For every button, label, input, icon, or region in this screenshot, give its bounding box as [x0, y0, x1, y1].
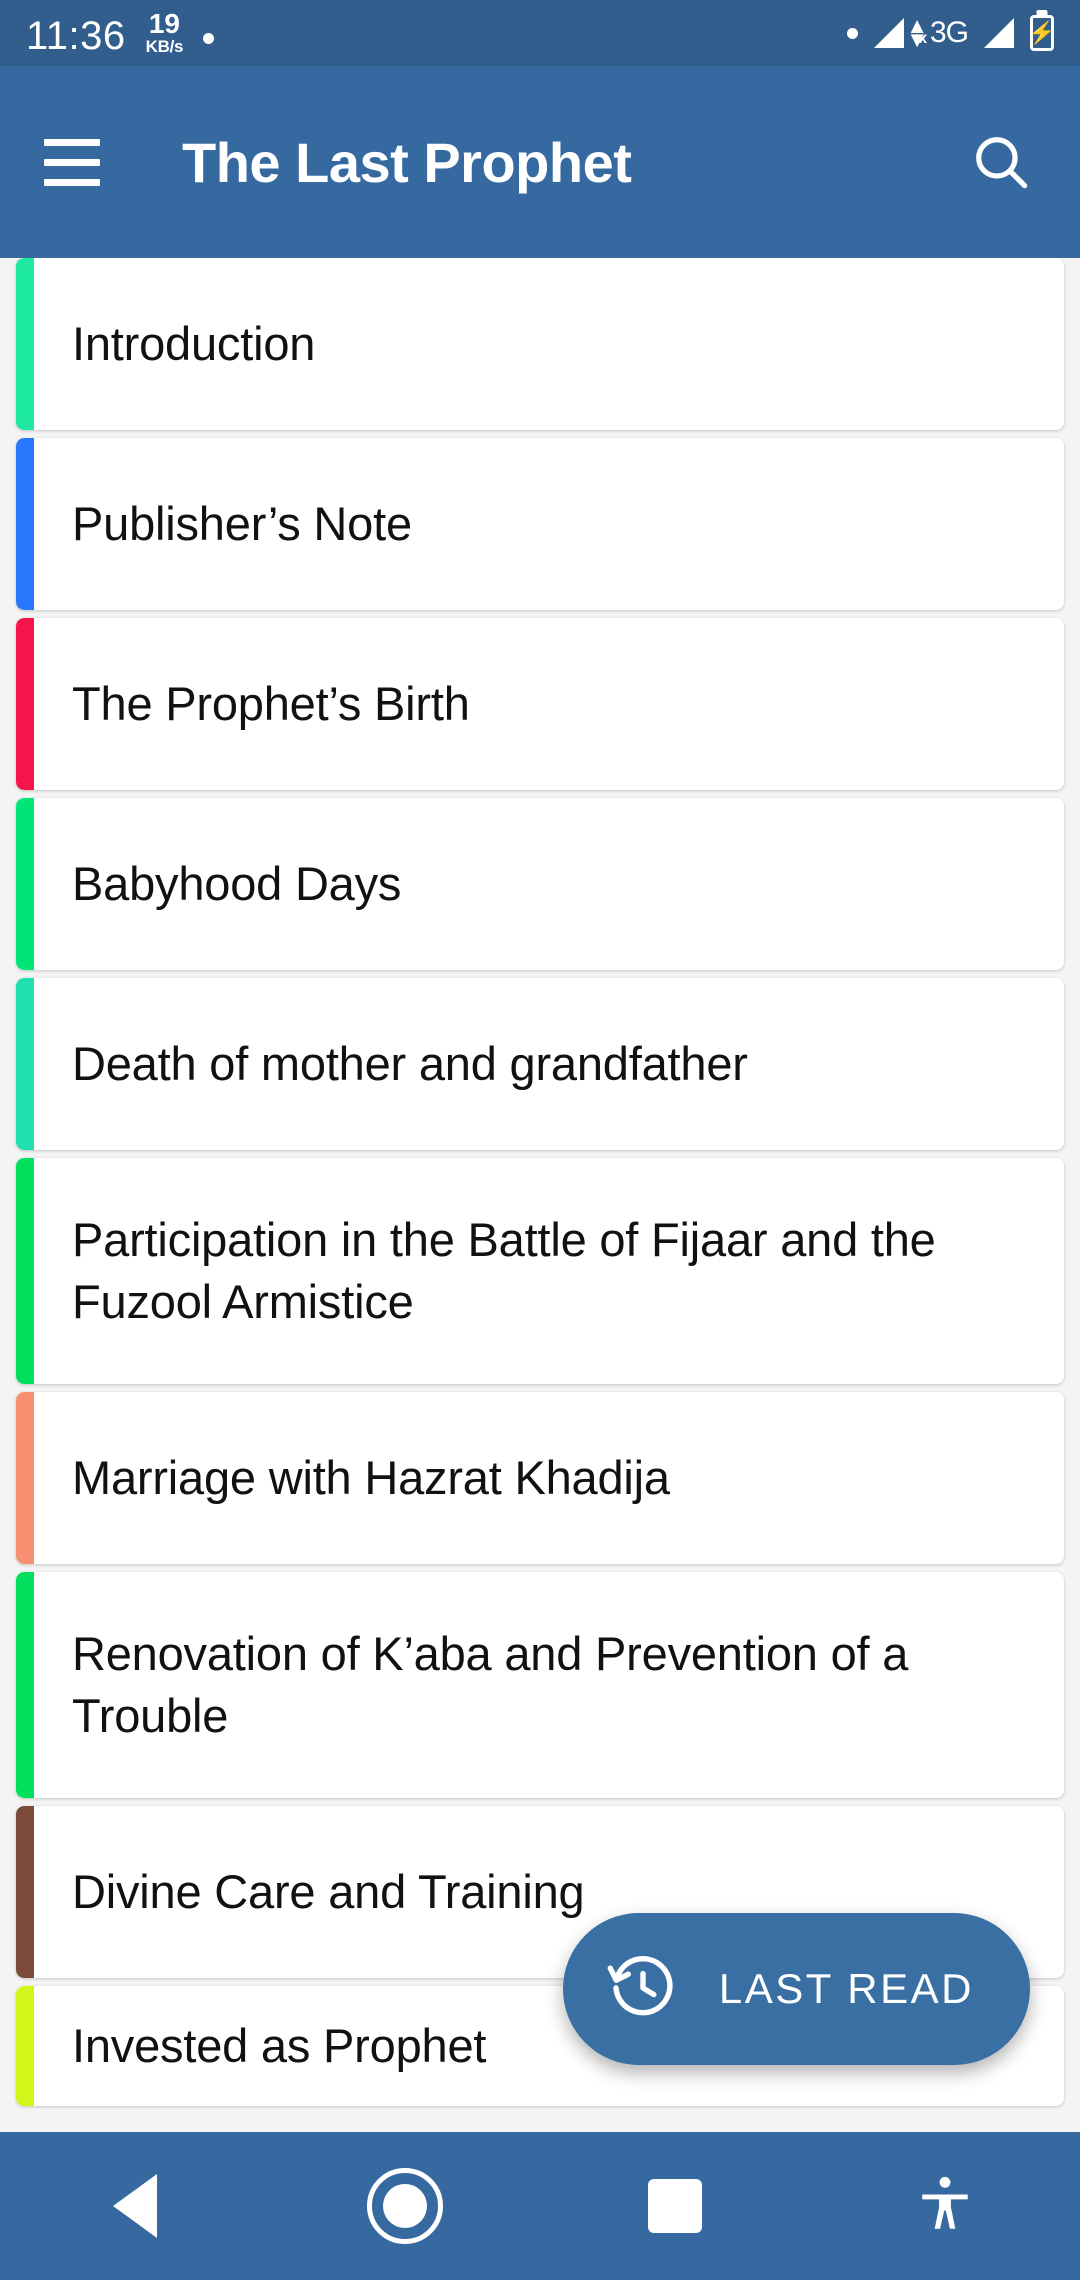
network-type-label: 3G	[929, 16, 969, 49]
home-circle-inner	[383, 2184, 427, 2228]
home-button[interactable]	[270, 2132, 540, 2280]
list-item-label: Death of mother and grandfather	[72, 1036, 748, 1090]
phone-screen: 11:36 19 KB/s x ▲ ▼ 3G ⚡ The Last Prophet	[0, 0, 1080, 2280]
list-item[interactable]: Renovation of K’aba and Prevention of a …	[16, 1572, 1064, 1798]
list-item-label: Publisher’s Note	[72, 496, 412, 550]
hamburger-line	[44, 138, 100, 146]
last-read-label: LAST READ	[718, 1965, 974, 2012]
signal-group: x ▲ ▼ 3G	[874, 15, 969, 50]
list-item-label: The Prophet’s Birth	[72, 676, 470, 730]
network-speed-unit: KB/s	[145, 37, 184, 56]
accessibility-button[interactable]	[810, 2132, 1080, 2280]
search-icon[interactable]	[966, 127, 1036, 197]
list-item[interactable]: Babyhood Days	[16, 798, 1064, 970]
list-item[interactable]: Publisher’s Note	[16, 438, 1064, 610]
home-circle-icon	[367, 2168, 443, 2244]
chapter-color-bar	[16, 1986, 34, 2106]
history-restore-icon	[607, 1952, 679, 2027]
chapter-color-bar	[16, 1806, 34, 1978]
recents-button[interactable]	[540, 2132, 810, 2280]
status-dot-icon	[847, 27, 859, 39]
network-speed-value: 19	[148, 8, 180, 39]
status-bar: 11:36 19 KB/s x ▲ ▼ 3G ⚡	[0, 0, 1080, 66]
status-bar-left: 11:36 19 KB/s	[26, 8, 215, 58]
last-read-button[interactable]: LAST READ	[562, 1913, 1030, 2065]
chapter-color-bar	[16, 1572, 34, 1798]
app-bar: The Last Prophet	[0, 66, 1080, 258]
list-item[interactable]: Death of mother and grandfather	[16, 978, 1064, 1150]
chapter-color-bar	[16, 618, 34, 790]
list-item-label: Renovation of K’aba and Prevention of a …	[72, 1626, 909, 1742]
sim1-no-signal-icon: x	[874, 18, 927, 48]
battery-charging-icon: ⚡	[1028, 15, 1056, 51]
status-clock: 11:36	[26, 14, 126, 58]
chapter-color-bar	[16, 438, 34, 610]
sim2-signal-icon	[984, 18, 1014, 48]
list-item[interactable]: Marriage with Hazrat Khadija	[16, 1392, 1064, 1564]
chapter-color-bar	[16, 1158, 34, 1384]
list-item-label: Introduction	[72, 316, 316, 370]
recents-square-icon	[648, 2179, 702, 2233]
list-item[interactable]: Introduction	[16, 258, 1064, 430]
list-item-label: Invested as Prophet	[72, 2018, 487, 2072]
chapter-color-bar	[16, 798, 34, 970]
list-item-label: Babyhood Days	[72, 856, 402, 910]
list-item-label: Divine Care and Training	[72, 1864, 585, 1918]
list-item[interactable]: The Prophet’s Birth	[16, 618, 1064, 790]
accessibility-person-icon	[914, 2173, 976, 2240]
hamburger-line	[44, 158, 100, 166]
back-triangle-icon	[113, 2174, 157, 2238]
network-speed-indicator: 19 KB/s	[145, 8, 184, 56]
list-item-label: Participation in the Battle of Fijaar an…	[72, 1212, 936, 1328]
hamburger-line	[44, 178, 100, 186]
page-title: The Last Prophet	[182, 130, 632, 194]
system-navigation-bar	[0, 2132, 1080, 2280]
list-item-label: Marriage with Hazrat Khadija	[72, 1450, 670, 1504]
chapter-color-bar	[16, 258, 34, 430]
chapter-list[interactable]: Introduction Publisher’s Note The Prophe…	[0, 258, 1080, 2134]
chapter-color-bar	[16, 978, 34, 1150]
notification-dot-icon	[203, 33, 215, 44]
back-button[interactable]	[0, 2132, 270, 2280]
status-bar-right: x ▲ ▼ 3G ⚡	[847, 15, 1056, 51]
list-item[interactable]: Participation in the Battle of Fijaar an…	[16, 1158, 1064, 1384]
hamburger-menu-icon[interactable]	[44, 138, 100, 186]
chapter-color-bar	[16, 1392, 34, 1564]
